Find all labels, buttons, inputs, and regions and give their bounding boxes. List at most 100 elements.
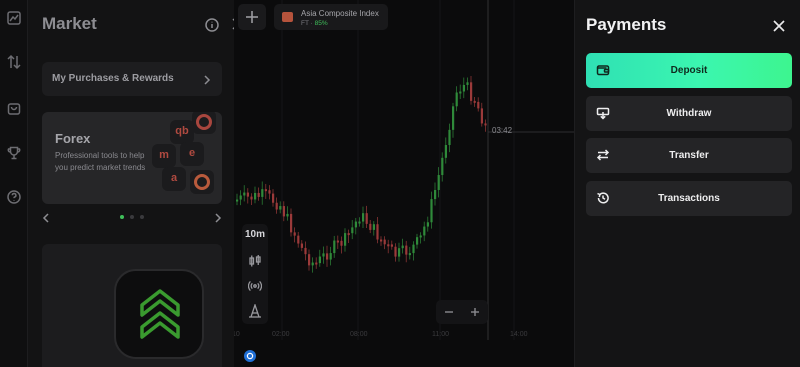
purchases-rewards-label: My Purchases & Rewards	[52, 73, 174, 84]
payments-panel: Payments Deposit Withdraw Transfer Trans…	[574, 0, 800, 367]
candle-body	[380, 239, 383, 242]
candle-body	[390, 244, 393, 247]
deposit-button[interactable]: Deposit	[586, 53, 792, 88]
candle-body	[480, 108, 483, 124]
asset-name: Asia Composite Index	[301, 9, 379, 18]
forex-title: Forex	[55, 131, 91, 146]
transactions-label: Transactions	[658, 193, 720, 204]
candle-body	[243, 192, 246, 196]
candle-body	[329, 253, 332, 260]
transactions-button[interactable]: Transactions	[586, 181, 792, 216]
candle-body	[344, 233, 347, 246]
candle-body	[326, 253, 329, 260]
candle-body	[290, 213, 293, 233]
time-axis-label: 10	[234, 331, 240, 338]
payments-title: Payments	[586, 15, 667, 34]
candle-body	[275, 202, 278, 210]
carousel-nav	[42, 211, 222, 225]
candle-body	[419, 235, 422, 238]
candle-type-icon[interactable]	[248, 254, 262, 268]
carousel-dot[interactable]	[130, 215, 134, 219]
indicators-icon[interactable]	[247, 279, 263, 293]
candle-body	[268, 190, 271, 194]
forex-tile-icon	[192, 112, 216, 134]
candle-body	[423, 226, 426, 236]
candle-body	[250, 196, 253, 200]
swap-vertical-icon[interactable]	[6, 54, 22, 70]
candle-body	[318, 256, 321, 264]
withdraw-button[interactable]: Withdraw	[586, 96, 792, 131]
chevron-right-icon	[202, 73, 212, 85]
candle-body	[239, 195, 242, 200]
market-panel: Market My Purchases & Rewards Forex Prof…	[28, 0, 244, 367]
zoom-out-button[interactable]	[442, 305, 456, 319]
candle-body	[434, 189, 437, 200]
zoom-in-button[interactable]	[468, 305, 482, 319]
trophy-icon[interactable]	[6, 145, 22, 161]
candle-body	[336, 240, 339, 243]
zoom-controls	[436, 300, 488, 324]
candle-body	[369, 223, 372, 230]
withdraw-label: Withdraw	[666, 108, 712, 119]
carousel-dot[interactable]	[140, 215, 144, 219]
candle-body	[362, 213, 365, 222]
candle-body	[473, 100, 476, 103]
forex-tile-icon: a	[162, 167, 186, 191]
app-promo-card[interactable]	[42, 244, 222, 367]
candle-body	[308, 254, 311, 266]
chevron-left-icon[interactable]	[42, 211, 50, 223]
shopping-bag-icon[interactable]	[6, 100, 22, 116]
transfer-label: Transfer	[669, 150, 709, 161]
candle-body	[405, 245, 408, 255]
candle-body	[398, 248, 401, 257]
candle-body	[372, 224, 375, 230]
time-axis-label: 11:00	[432, 331, 449, 338]
candle-body	[293, 232, 296, 236]
candle-body	[347, 233, 350, 236]
chart-icon[interactable]	[6, 10, 22, 26]
info-icon[interactable]	[205, 18, 219, 32]
candle-body	[300, 243, 303, 248]
candle-body	[236, 199, 239, 202]
candle-body	[459, 91, 462, 94]
candle-body	[282, 206, 285, 217]
current-time-label: 03:42	[492, 126, 513, 135]
candlestick-plot	[236, 0, 574, 340]
candle-body	[408, 253, 411, 256]
candle-body	[351, 227, 354, 234]
candle-body	[279, 206, 282, 210]
carousel-dot-active[interactable]	[120, 215, 124, 219]
candle-body	[246, 192, 249, 197]
close-icon[interactable]	[773, 19, 785, 32]
forex-tile-icon: qb	[170, 120, 194, 144]
candle-body	[286, 213, 289, 217]
help-icon[interactable]	[6, 189, 22, 205]
left-nav-rail	[0, 0, 28, 367]
candle-body	[430, 199, 433, 223]
drawing-tools-icon[interactable]	[248, 302, 262, 318]
purchases-rewards-button[interactable]: My Purchases & Rewards	[42, 62, 222, 96]
candle-body	[466, 82, 469, 85]
candle-body	[412, 244, 415, 254]
forex-tile-icon: e	[180, 142, 204, 166]
candle-body	[322, 253, 325, 257]
forex-promo-card[interactable]: Forex Professional tools to help you pre…	[42, 112, 222, 204]
candle-body	[261, 189, 264, 197]
transfer-button[interactable]: Transfer	[586, 138, 792, 173]
candle-body	[340, 240, 343, 246]
price-chart[interactable]: Asia Composite Index FT · 85% 03:42 10m …	[234, 0, 574, 367]
candle-body	[311, 262, 314, 266]
candle-body	[477, 101, 480, 109]
candle-body	[304, 247, 307, 255]
time-axis-label: 02:00	[272, 331, 290, 338]
candle-body	[444, 145, 447, 158]
chevron-right-icon[interactable]	[214, 211, 222, 223]
asset-flag-icon	[282, 12, 293, 22]
add-chart-button[interactable]	[238, 4, 266, 30]
chat-support-button[interactable]	[244, 350, 256, 362]
timeframe-button[interactable]: 10m	[243, 229, 267, 240]
time-axis-label: 14:00	[510, 331, 528, 338]
candle-body	[358, 221, 361, 224]
app-logo-icon	[114, 269, 204, 359]
asset-tab[interactable]: Asia Composite Index FT · 85%	[274, 4, 388, 30]
